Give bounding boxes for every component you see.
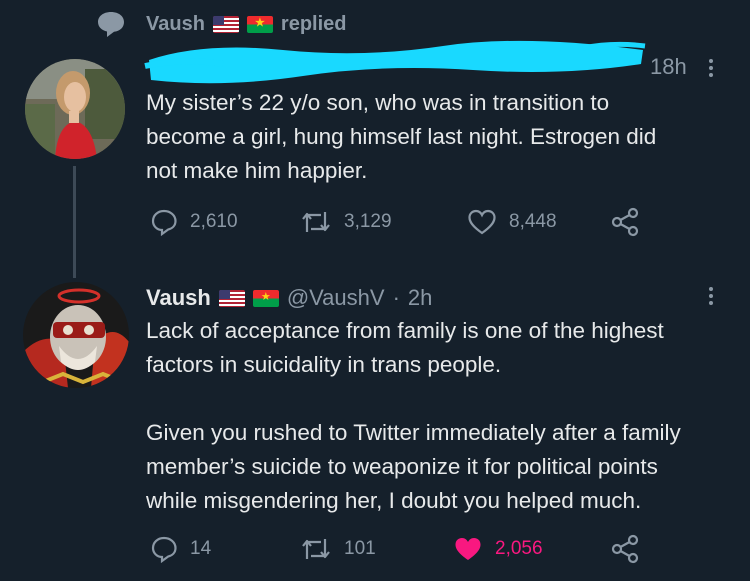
tweet-actions: 2,610 3,129 8,448 [150,205,641,239]
tweet-text-line: become a girl, hung himself last night. … [146,124,657,149]
tweet-text-line: Given you rushed to Twitter immediately … [146,420,681,445]
like-button[interactable]: 8,448 [467,208,609,236]
like-count: 8,448 [509,211,557,232]
more-options-icon[interactable] [704,284,718,308]
retweet-icon [300,208,332,236]
tweet-text-line: factors in suicidality in trans people. [146,352,502,377]
tweet-text: Lack of acceptance from family is one of… [146,314,736,518]
reply-icon [150,535,178,563]
tweet-text: My sister’s 22 y/o son, who was in trans… [146,86,736,188]
author-handle[interactable]: @VaushV [287,285,385,311]
reply-context-action: replied [280,12,347,35]
us-flag-icon [212,15,239,33]
reply-button[interactable]: 14 [150,535,300,563]
thread-connector [73,166,76,278]
like-button[interactable]: 2,056 [453,535,609,563]
reply-icon [150,208,178,236]
retweet-icon [300,535,332,563]
share-icon [609,534,641,564]
retweet-button[interactable]: 101 [300,535,453,563]
like-count: 2,056 [495,538,543,559]
retweet-count: 3,129 [344,211,392,232]
retweet-button[interactable]: 3,129 [300,208,467,236]
retweet-count: 101 [344,538,376,559]
tweet-text-line: not make him happier. [146,158,368,183]
author-name[interactable]: Vaush [146,285,211,311]
tweet-text-line: member’s suicide to weaponize it for pol… [146,454,658,479]
more-options-icon[interactable] [704,56,718,80]
reply-context-name[interactable]: Vaush [146,13,205,36]
burkina-faso-flag-icon [252,289,279,307]
tweet-time[interactable]: 18h [650,54,687,80]
reply-button[interactable]: 2,610 [150,208,300,236]
redaction-scribble [143,36,646,88]
tweet-time[interactable]: 2h [408,285,432,311]
avatar[interactable] [23,282,129,388]
reply-context-icon [96,10,126,43]
reply-count: 2,610 [190,211,238,232]
share-button[interactable] [609,207,641,237]
heart-icon [467,208,497,236]
tweet-text-line: while misgendering her, I doubt you help… [146,488,642,513]
heart-icon [453,535,483,563]
us-flag-icon [218,289,245,307]
tweet-author: Vaush @VaushV · 2h [146,282,432,314]
burkina-faso-flag-icon [246,15,273,33]
tweet-text-line: Lack of acceptance from family is one of… [146,318,664,343]
reply-count: 14 [190,538,212,559]
separator-dot: · [392,285,400,310]
share-icon [609,207,641,237]
tweet-text-line: My sister’s 22 y/o son, who was in trans… [146,90,610,115]
tweet-actions: 14 101 2,056 [150,532,641,566]
avatar[interactable] [25,59,125,159]
tweet-text-line [146,382,736,416]
share-button[interactable] [609,534,641,564]
